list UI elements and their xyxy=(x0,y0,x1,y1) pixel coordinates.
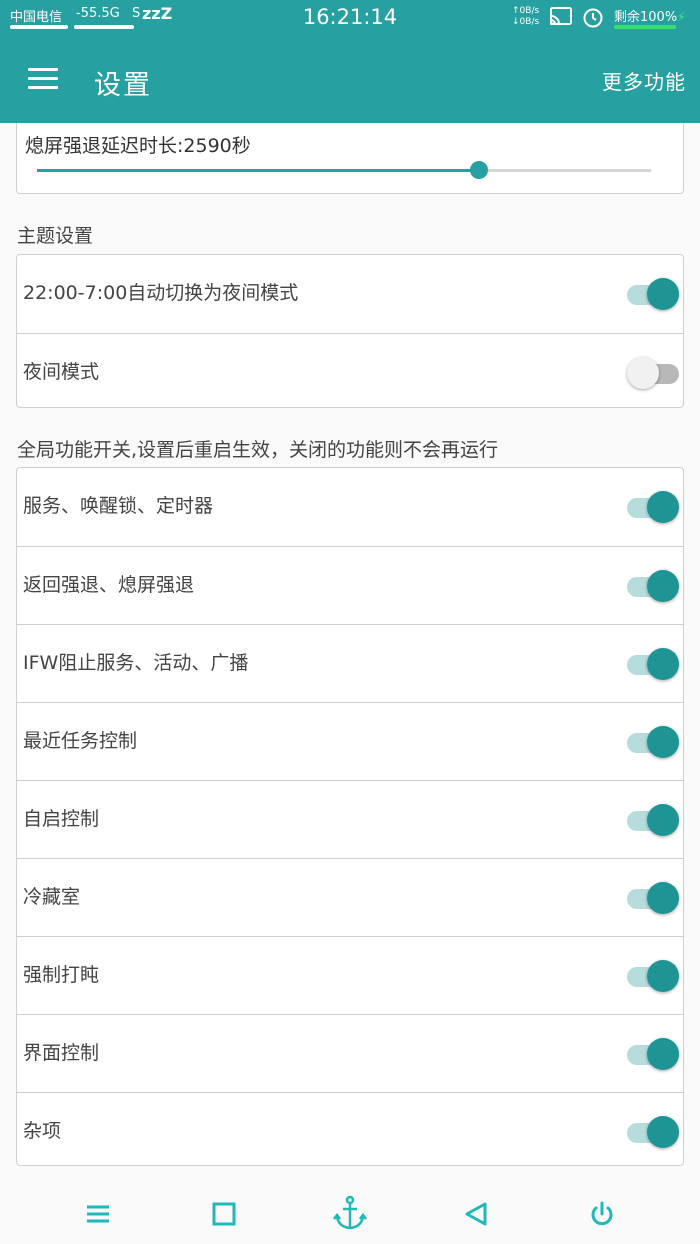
global_section-toggle-switch[interactable] xyxy=(627,1037,679,1071)
cast-icon xyxy=(550,7,572,25)
switch-thumb xyxy=(647,804,679,836)
global_section-row[interactable]: 杂项 xyxy=(17,1092,683,1170)
global_section-toggle-switch[interactable] xyxy=(627,490,679,524)
global_section-row[interactable]: 冷藏室 xyxy=(17,858,683,936)
back-triangle-icon[interactable] xyxy=(461,1199,491,1229)
global_section-toggle-switch[interactable] xyxy=(627,569,679,603)
global_section-row-label: 最近任务控制 xyxy=(23,730,138,752)
switch-thumb xyxy=(647,278,679,310)
global_section-row-label: 冷藏室 xyxy=(23,886,81,908)
network-speed: ↑0B/s ↓0B/s xyxy=(512,6,539,28)
theme_section-row[interactable]: 夜间模式 xyxy=(17,333,683,411)
global_section-row-label: 返回强退、熄屏强退 xyxy=(23,574,195,596)
power-icon[interactable] xyxy=(587,1199,617,1229)
switch-thumb xyxy=(647,648,679,680)
global_section-row-label: 界面控制 xyxy=(23,1042,100,1064)
theme-settings-card: 22:00-7:00自动切换为夜间模式 夜间模式 xyxy=(16,254,684,408)
bottom-navigation xyxy=(0,1185,700,1244)
square-icon[interactable] xyxy=(209,1199,239,1229)
global_section-row-label: 强制打盹 xyxy=(23,964,100,986)
theme_section-toggle-switch[interactable] xyxy=(627,356,679,390)
switch-thumb xyxy=(647,491,679,523)
switch-thumb xyxy=(647,960,679,992)
top-bar: 中国电信 -55.5G S zzZ 16:21:14 ↑0B/s ↓0B/s 剩… xyxy=(0,0,700,123)
global_section-toggle-switch[interactable] xyxy=(627,881,679,915)
global_section-row[interactable]: 自启控制 xyxy=(17,780,683,858)
global_section-row[interactable]: IFW阻止服务、活动、广播 xyxy=(17,624,683,702)
hamburger-menu-icon[interactable] xyxy=(22,58,64,100)
more-functions-button[interactable]: 更多功能 xyxy=(602,66,686,95)
status-bar: 中国电信 -55.5G S zzZ 16:21:14 ↑0B/s ↓0B/s 剩… xyxy=(0,0,700,36)
theme_section-toggle-switch[interactable] xyxy=(627,277,679,311)
switch-thumb xyxy=(647,570,679,602)
global_section-row[interactable]: 返回强退、熄屏强退 xyxy=(17,546,683,624)
global-section-title: 全局功能开关,设置后重启生效，关闭的功能则不会再运行 xyxy=(17,439,499,461)
anchor-icon[interactable] xyxy=(333,1195,367,1231)
global_section-row-label: 自启控制 xyxy=(23,808,100,830)
global-switches-card: 服务、唤醒锁、定时器 返回强退、熄屏强退 IFW阻止服务、活动、广播 最近任务控制 自启… xyxy=(16,467,684,1166)
switch-thumb xyxy=(627,357,659,389)
slider-thumb[interactable] xyxy=(470,161,489,179)
screen-off-delay-slider[interactable] xyxy=(37,161,651,179)
screen-off-delay-card: 熄屏强退延迟时长:2590秒 xyxy=(16,123,684,194)
switch-thumb xyxy=(647,726,679,758)
battery-label: 剩余100% xyxy=(614,10,678,25)
download-arrow-icon: ↓ xyxy=(512,17,520,27)
switch-thumb xyxy=(647,882,679,914)
global_section-row-label: 服务、唤醒锁、定时器 xyxy=(23,495,214,517)
theme-section-title: 主题设置 xyxy=(17,225,94,247)
theme_section-row[interactable]: 22:00-7:00自动切换为夜间模式 xyxy=(17,255,683,333)
slider-fill xyxy=(37,169,480,172)
menu-icon[interactable] xyxy=(83,1199,113,1229)
global_section-row-label: 杂项 xyxy=(23,1120,62,1142)
global_section-toggle-switch[interactable] xyxy=(627,959,679,993)
app-bar: 设置 更多功能 xyxy=(0,36,700,123)
global_section-row[interactable]: 最近任务控制 xyxy=(17,702,683,780)
global_section-toggle-switch[interactable] xyxy=(627,647,679,681)
screen-off-delay-label: 熄屏强退延迟时长:2590秒 xyxy=(25,135,251,157)
battery-level-bar xyxy=(614,25,676,29)
alarm-icon xyxy=(583,8,603,28)
theme_section-row-label: 22:00-7:00自动切换为夜间模式 xyxy=(23,282,299,304)
global_section-row[interactable]: 界面控制 xyxy=(17,1014,683,1092)
global_section-toggle-switch[interactable] xyxy=(627,803,679,837)
charging-icon: ⚡ xyxy=(677,10,686,24)
download-speed: 0B/s xyxy=(519,17,540,27)
switch-thumb xyxy=(647,1038,679,1070)
global_section-row[interactable]: 服务、唤醒锁、定时器 xyxy=(17,468,683,546)
global_section-row-label: IFW阻止服务、活动、广播 xyxy=(23,652,249,674)
upload-arrow-icon: ↑ xyxy=(512,6,520,16)
page-title: 设置 xyxy=(94,70,152,101)
theme_section-row-label: 夜间模式 xyxy=(23,361,100,383)
switch-thumb xyxy=(647,1116,679,1148)
global_section-toggle-switch[interactable] xyxy=(627,1115,679,1149)
global_section-row[interactable]: 强制打盹 xyxy=(17,936,683,1014)
upload-speed: 0B/s xyxy=(519,6,540,16)
global_section-toggle-switch[interactable] xyxy=(627,725,679,759)
